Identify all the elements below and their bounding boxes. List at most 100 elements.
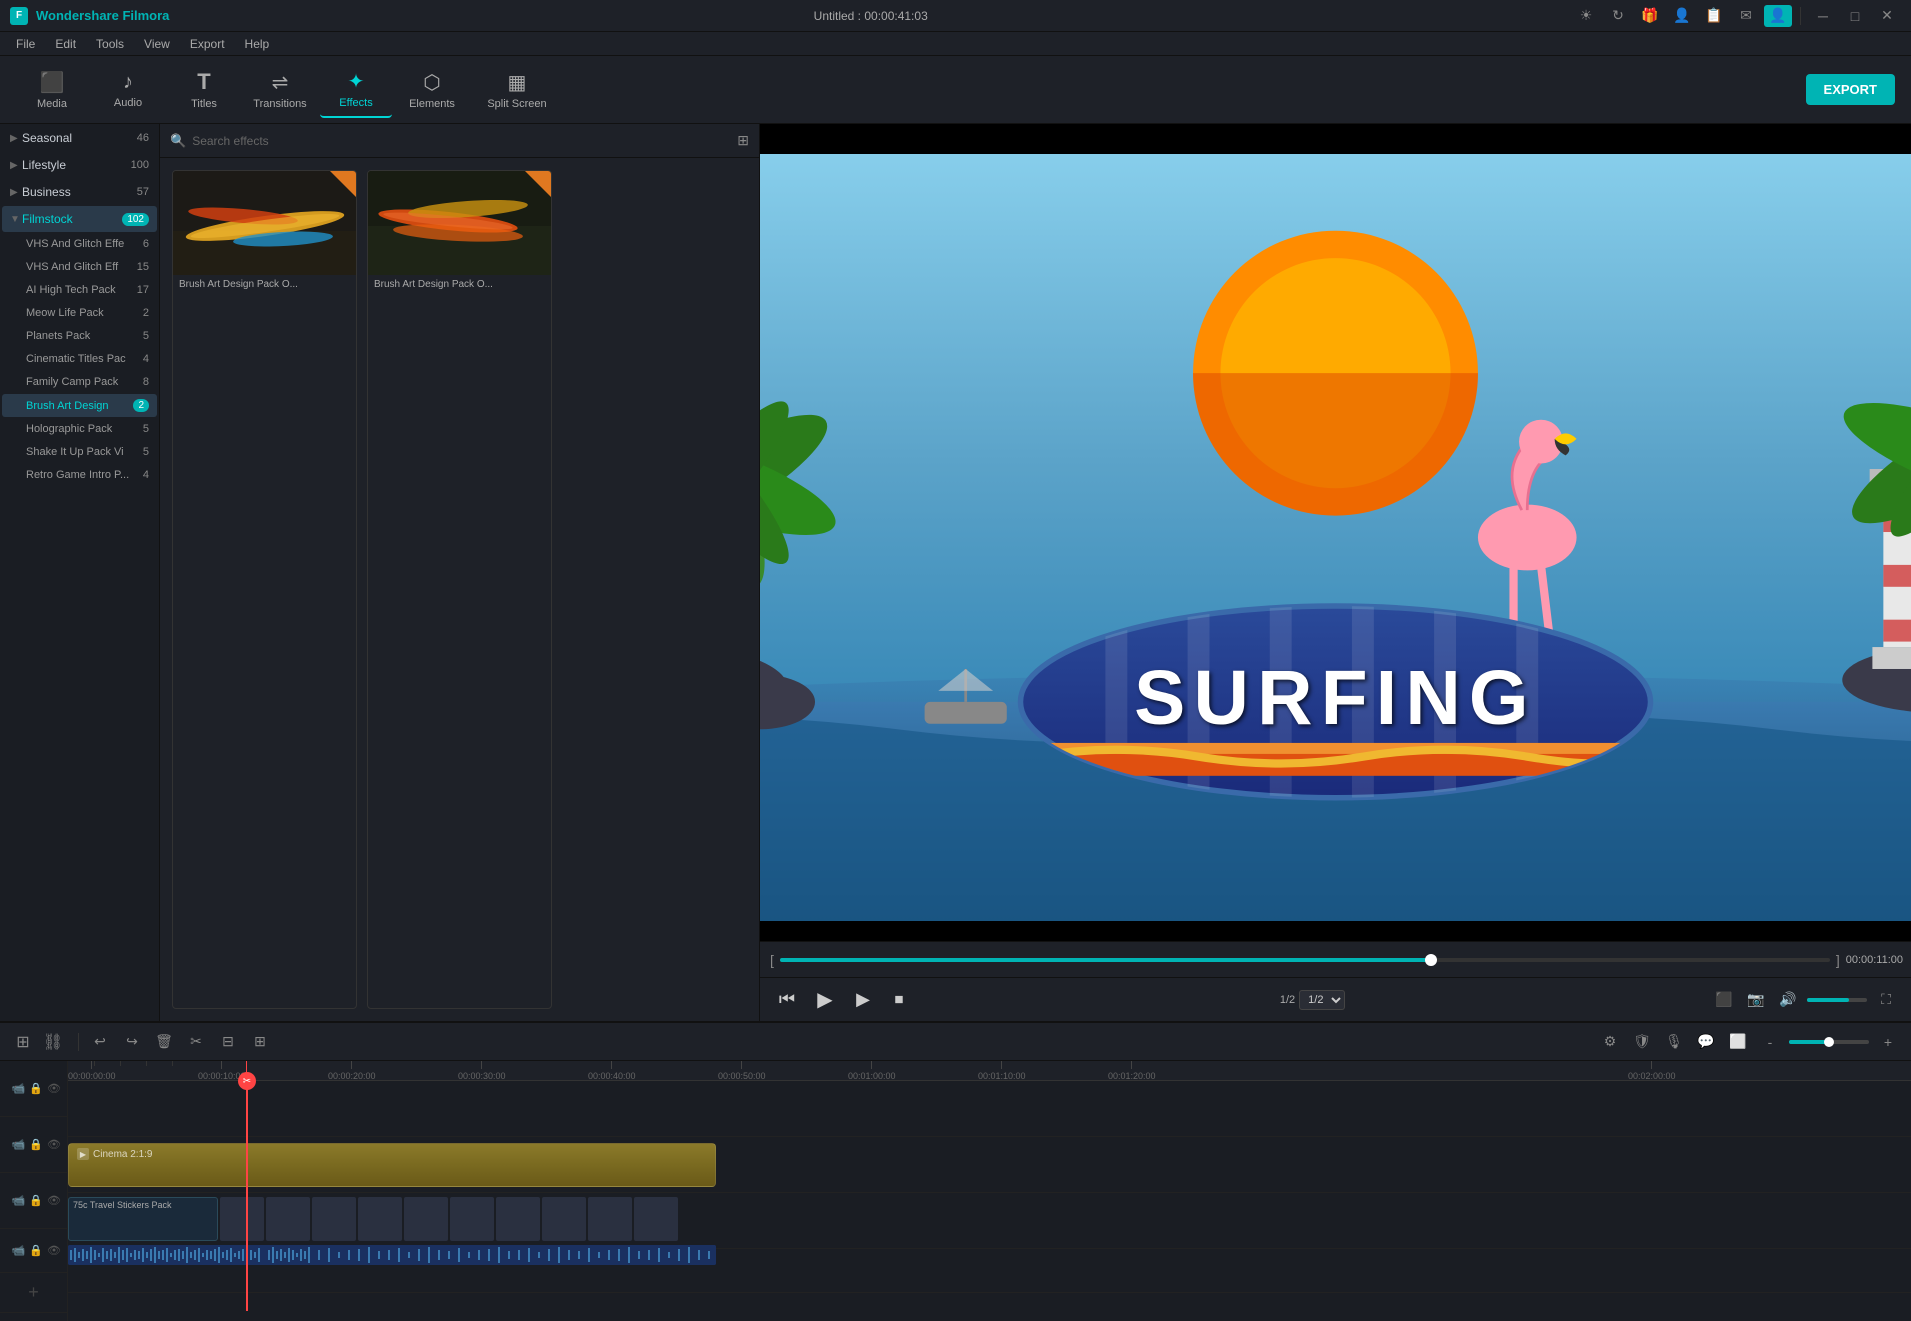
effect-card-brush2[interactable]: Brush Art Design Pack O... — [367, 170, 552, 1009]
undo-button[interactable]: ↩ — [87, 1029, 113, 1055]
track-lock-icon-4[interactable]: 🔒 — [29, 1244, 43, 1257]
play-forward-button[interactable]: ▶ — [848, 985, 878, 1015]
sticker-thumb-8[interactable] — [542, 1197, 586, 1241]
subcategory-family-camp[interactable]: Family Camp Pack 8 — [2, 371, 157, 393]
track-eye-icon-4[interactable]: 👁 — [47, 1244, 61, 1257]
category-lifestyle[interactable]: ▶ Lifestyle 100 — [2, 152, 157, 178]
step-back-button[interactable]: ⏮ — [772, 985, 802, 1015]
progress-handle[interactable] — [1425, 954, 1437, 966]
toolbar-titles[interactable]: T Titles — [168, 62, 240, 118]
toolbar-effects[interactable]: ✦ Effects — [320, 62, 392, 118]
toolbar-audio[interactable]: ♪ Audio — [92, 62, 164, 118]
stop-button[interactable]: ⏹ — [884, 985, 914, 1015]
ruler-label: 00:00:20:00 — [328, 1071, 376, 1081]
subcategory-cinematic[interactable]: Cinematic Titles Pac 4 — [2, 348, 157, 370]
crop-icon[interactable]: ⬛ — [1711, 987, 1737, 1013]
gift-icon[interactable]: 🎁 — [1636, 5, 1664, 27]
fullscreen-icon[interactable]: ⛶ — [1873, 987, 1899, 1013]
category-filmstock[interactable]: ▼ Filmstock 102 — [2, 206, 157, 232]
frame-icon[interactable]: ⬜ — [1725, 1029, 1751, 1055]
out-point-button[interactable]: ] — [1834, 952, 1842, 968]
main-video-clip[interactable]: ▶ Cinema 2:1:9 — [68, 1143, 716, 1187]
volume-slider[interactable] — [1807, 998, 1867, 1002]
settings-icon[interactable]: ⚙ — [1597, 1029, 1623, 1055]
license-icon[interactable]: 📋 — [1700, 5, 1728, 27]
track-lock-icon-3[interactable]: 🔒 — [29, 1194, 43, 1207]
ruler-mark-10: 00:00:10:00 — [198, 1061, 246, 1081]
menu-help[interactable]: Help — [237, 35, 278, 53]
add-link-button[interactable]: ⛓ — [40, 1029, 66, 1055]
mic-icon[interactable]: 🎙 — [1661, 1029, 1687, 1055]
subcategory-vhs1[interactable]: VHS And Glitch Effe 6 — [2, 233, 157, 255]
minimize-button[interactable]: ─ — [1809, 5, 1837, 27]
volume-icon[interactable]: 🔊 — [1775, 987, 1801, 1013]
preview-progress-bar[interactable] — [780, 958, 1830, 962]
mail-icon[interactable]: ✉ — [1732, 5, 1760, 27]
menu-export[interactable]: Export — [182, 35, 233, 53]
sticker-thumb-3[interactable] — [312, 1197, 356, 1241]
track-eye-icon[interactable]: 👁 — [47, 1082, 61, 1095]
sticker-thumb-5[interactable] — [404, 1197, 448, 1241]
in-point-button[interactable]: [ — [768, 952, 776, 968]
zoom-handle[interactable] — [1824, 1037, 1834, 1047]
sync-icon[interactable]: ↻ — [1604, 5, 1632, 27]
subcategory-ai-high-tech[interactable]: AI High Tech Pack 17 — [2, 279, 157, 301]
timeline-tracks-area[interactable]: 00:00:00:00 00:00:10:00 00:00:20:00 00:0… — [68, 1061, 1911, 1321]
sticker-thumb-6[interactable] — [450, 1197, 494, 1241]
account-icon[interactable]: 👤 — [1764, 5, 1792, 27]
effect-card-brush1[interactable]: Brush Art Design Pack O... — [172, 170, 357, 1009]
export-button[interactable]: EXPORT — [1806, 74, 1895, 105]
menu-tools[interactable]: Tools — [88, 35, 132, 53]
sticker-thumb-9[interactable] — [588, 1197, 632, 1241]
main-area: ▶ Seasonal 46 ▶ Lifestyle 100 ▶ Business… — [0, 124, 1911, 1021]
subcategory-retro[interactable]: Retro Game Intro P... 4 — [2, 464, 157, 486]
play-button[interactable]: ▶ — [808, 983, 842, 1017]
add-track-button[interactable]: + — [0, 1273, 67, 1313]
menu-file[interactable]: File — [8, 35, 43, 53]
page-select[interactable]: 1/2 — [1299, 990, 1345, 1010]
add-media-button[interactable]: ⊞ — [10, 1029, 36, 1055]
split-audio-button[interactable]: ⊞ — [247, 1029, 273, 1055]
adjust-clip-button[interactable]: ⊟ — [215, 1029, 241, 1055]
sticker-thumb-2[interactable] — [266, 1197, 310, 1241]
ruler-label: 00:00:50:00 — [718, 1071, 766, 1081]
track-lock-icon[interactable]: 🔒 — [29, 1082, 43, 1095]
snapshot-icon[interactable]: 📷 — [1743, 987, 1769, 1013]
toolbar-media[interactable]: ⬛ Media — [16, 62, 88, 118]
category-business[interactable]: ▶ Business 57 — [2, 179, 157, 205]
toolbar-split-screen[interactable]: ▦ Split Screen — [472, 62, 562, 118]
brightness-icon[interactable]: ☀ — [1572, 5, 1600, 27]
subcategory-vhs2[interactable]: VHS And Glitch Eff 15 — [2, 256, 157, 278]
category-seasonal[interactable]: ▶ Seasonal 46 — [2, 125, 157, 151]
search-input[interactable] — [192, 134, 731, 148]
menu-view[interactable]: View — [136, 35, 178, 53]
grid-layout-icon[interactable]: ⊞ — [737, 132, 749, 149]
maximize-button[interactable]: □ — [1841, 5, 1869, 27]
subcategory-holographic[interactable]: Holographic Pack 5 — [2, 418, 157, 440]
toolbar-elements[interactable]: ⬡ Elements — [396, 62, 468, 118]
sticker-thumb-10[interactable] — [634, 1197, 678, 1241]
zoom-out-icon[interactable]: - — [1757, 1029, 1783, 1055]
track-eye-icon-2[interactable]: 👁 — [47, 1138, 61, 1151]
toolbar-transitions[interactable]: ⇌ Transitions — [244, 62, 316, 118]
close-button[interactable]: ✕ — [1873, 5, 1901, 27]
track-eye-icon-3[interactable]: 👁 — [47, 1194, 61, 1207]
user-icon[interactable]: 👤 — [1668, 5, 1696, 27]
sticker-thumb-1[interactable] — [220, 1197, 264, 1241]
shield-icon[interactable]: 🛡 — [1629, 1029, 1655, 1055]
sticker-thumb-4[interactable] — [358, 1197, 402, 1241]
zoom-in-icon[interactable]: + — [1875, 1029, 1901, 1055]
track-lock-icon-2[interactable]: 🔒 — [29, 1138, 43, 1151]
subcategory-shake[interactable]: Shake It Up Pack Vi 5 — [2, 441, 157, 463]
sticker-thumb-7[interactable] — [496, 1197, 540, 1241]
zoom-slider[interactable] — [1789, 1040, 1869, 1044]
subcategory-planets[interactable]: Planets Pack 5 — [2, 325, 157, 347]
redo-button[interactable]: ↪ — [119, 1029, 145, 1055]
subcategory-brush[interactable]: Brush Art Design 2 — [2, 394, 157, 417]
delete-button[interactable]: 🗑 — [151, 1029, 177, 1055]
sticker-label-clip[interactable]: 75c Travel Stickers Pack — [68, 1197, 218, 1241]
comment-icon[interactable]: 💬 — [1693, 1029, 1719, 1055]
cut-button[interactable]: ✂ — [183, 1029, 209, 1055]
menu-edit[interactable]: Edit — [47, 35, 84, 53]
subcategory-meow[interactable]: Meow Life Pack 2 — [2, 302, 157, 324]
